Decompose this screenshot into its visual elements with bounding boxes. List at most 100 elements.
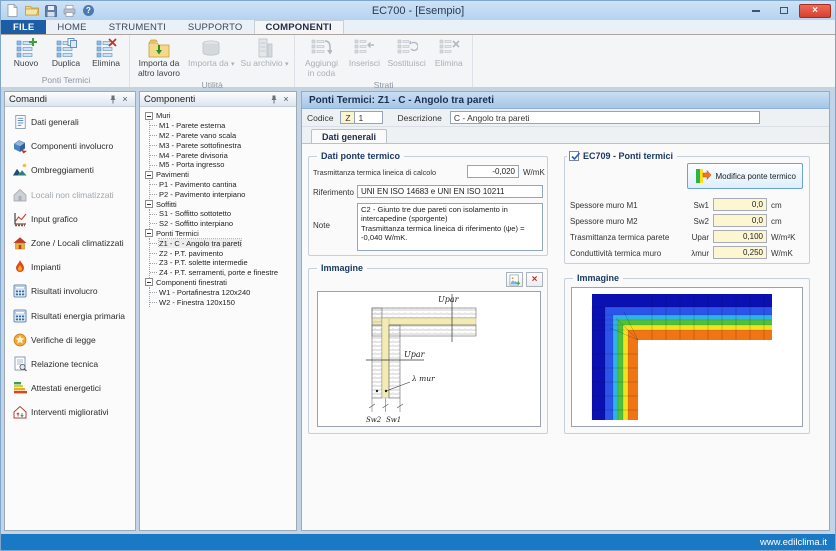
save-icon[interactable] bbox=[43, 3, 58, 18]
new-file-icon[interactable] bbox=[5, 3, 20, 18]
tab-file[interactable]: FILE bbox=[1, 20, 46, 34]
sw2-field[interactable]: 0,0 bbox=[713, 214, 767, 227]
tree-item[interactable]: P1 - Pavimento cantina bbox=[150, 180, 294, 190]
sidebar-item-zone-locali-climatizzati[interactable]: Zone / Locali climatizzati bbox=[5, 231, 135, 255]
open-folder-icon[interactable] bbox=[24, 3, 39, 18]
maximize-button[interactable] bbox=[771, 4, 797, 18]
help-icon[interactable]: ? bbox=[81, 3, 96, 18]
sidebar-item-relazione-tecnica[interactable]: Relazione tecnica bbox=[5, 352, 135, 376]
sidebar-item-impianti[interactable]: Impianti bbox=[5, 255, 135, 279]
collapse-icon[interactable] bbox=[145, 200, 153, 208]
sidebar-item-risultati-involucro[interactable]: Risultati involucro bbox=[5, 279, 135, 303]
tree-item[interactable]: W1 - Portafinestra 120x240 bbox=[150, 287, 294, 297]
minimize-button[interactable] bbox=[743, 4, 769, 18]
sidebar-item-interventi-migliorativi[interactable]: Interventi migliorativi bbox=[5, 400, 135, 424]
graphic-input-icon bbox=[9, 211, 31, 227]
tab-componenti[interactable]: COMPONENTI bbox=[254, 20, 344, 34]
tab-dati-generali[interactable]: Dati generali bbox=[311, 129, 387, 143]
componenti-panel-header: Componenti × bbox=[140, 92, 296, 107]
add-image-button[interactable] bbox=[506, 272, 523, 287]
duplica-button[interactable]: Duplica bbox=[46, 36, 86, 69]
tab-supporto[interactable]: SUPPORTO bbox=[177, 20, 254, 34]
tree-node-muri[interactable]: Muri bbox=[145, 111, 294, 121]
tree-item[interactable]: Z2 - P.T. pavimento bbox=[150, 248, 294, 258]
sidebar-item-risultati-energia-primaria[interactable]: Risultati energia primaria bbox=[5, 304, 135, 328]
tree-item[interactable]: M4 - Parete divisoria bbox=[150, 150, 294, 160]
edilclima-link[interactable]: www.edilclima.it bbox=[760, 537, 827, 548]
collapse-icon[interactable] bbox=[145, 278, 153, 286]
tree-item[interactable]: Z3 - P.T. solette intermedie bbox=[150, 258, 294, 268]
diagram-sw2-label: Sw2 bbox=[366, 416, 382, 424]
replace-icon bbox=[396, 37, 418, 59]
envelope-components-icon bbox=[9, 138, 31, 154]
row-unit: cm bbox=[771, 201, 782, 210]
descrizione-field[interactable]: C - Angolo tra pareti bbox=[450, 111, 760, 124]
upar-field[interactable]: 0,100 bbox=[713, 230, 767, 243]
dropdown-arrow-icon: ▾ bbox=[231, 61, 235, 68]
modifica-ponte-termico-button[interactable]: Modifica ponte termico bbox=[687, 163, 803, 189]
tree-item[interactable]: M2 - Parete vano scala bbox=[150, 131, 294, 141]
tab-strumenti[interactable]: STRUMENTI bbox=[98, 20, 177, 34]
sw1-field[interactable]: 0,0 bbox=[713, 198, 767, 211]
collapse-icon[interactable] bbox=[145, 112, 153, 120]
lambda-mur-field[interactable]: 0,250 bbox=[713, 246, 767, 259]
codice-prefix-field[interactable]: Z bbox=[340, 111, 355, 124]
collapse-icon[interactable] bbox=[145, 229, 153, 237]
nuovo-button[interactable]: Nuovo bbox=[6, 36, 46, 69]
close-panel-icon[interactable]: × bbox=[280, 93, 292, 105]
sidebar-item-ombreggiamenti[interactable]: Ombreggiamenti bbox=[5, 158, 135, 182]
sidebar-item-verifiche-di-legge[interactable]: Verifiche di legge bbox=[5, 328, 135, 352]
close-panel-icon[interactable]: × bbox=[119, 93, 131, 105]
sidebar-item-componenti-involucro[interactable]: Componenti involucro bbox=[5, 134, 135, 158]
ec709-checkbox[interactable] bbox=[569, 151, 579, 161]
tree-item[interactable]: S1 - Soffitto sottotetto bbox=[150, 209, 294, 219]
import-source-icon bbox=[200, 37, 222, 59]
tree-node-pavimenti[interactable]: Pavimenti bbox=[145, 170, 294, 180]
riferimento-field[interactable]: UNI EN ISO 14683 e UNI EN ISO 10211 bbox=[357, 185, 543, 198]
pin-icon[interactable] bbox=[107, 93, 119, 105]
collapse-icon[interactable] bbox=[145, 171, 153, 179]
trasmittanza-field[interactable]: -0,020 bbox=[467, 165, 519, 178]
row-label: Spessore muro M1 bbox=[570, 201, 638, 210]
tree-item[interactable]: M5 - Porta ingresso bbox=[150, 160, 294, 170]
check-icon bbox=[570, 151, 581, 162]
tab-home[interactable]: HOME bbox=[46, 20, 97, 34]
close-button[interactable]: × bbox=[799, 4, 831, 18]
tree-item[interactable]: Z4 - P.T. serramenti, porte e finestre bbox=[150, 268, 294, 278]
print-icon[interactable] bbox=[62, 3, 77, 18]
delete-layer-icon bbox=[438, 37, 460, 59]
status-bar: www.edilclima.it bbox=[1, 534, 835, 550]
codice-number-field[interactable]: 1 bbox=[355, 111, 383, 124]
sidebar-item-attestati-energetici[interactable]: Attestati energetici bbox=[5, 376, 135, 400]
improvement-house-icon bbox=[9, 404, 31, 420]
immagine-group-left: Immagine × bbox=[308, 268, 548, 434]
tree-node-soffitti[interactable]: Soffitti bbox=[145, 199, 294, 209]
delete-image-button[interactable]: × bbox=[526, 272, 543, 287]
tree-node-componenti-finestrati[interactable]: Componenti finestrati bbox=[145, 278, 294, 288]
comandi-panel-header: Comandi × bbox=[5, 92, 135, 107]
immagine-group-right: Immagine bbox=[564, 278, 810, 434]
tree-item-selected[interactable]: Z1 - C - Angolo tra pareti bbox=[150, 238, 294, 248]
energy-results-grid-icon bbox=[9, 308, 31, 324]
heated-house-icon bbox=[9, 235, 31, 251]
tree-item[interactable]: S2 - Soffitto interpiano bbox=[150, 219, 294, 229]
tree-item[interactable]: M1 - Parete esterna bbox=[150, 121, 294, 131]
tree-node-ponti-termici[interactable]: Ponti Termici bbox=[145, 229, 294, 239]
sidebar-item-dati-generali[interactable]: Dati generali bbox=[5, 110, 135, 134]
ec709-group: EC709 - Ponti termici Modifica ponte ter… bbox=[564, 156, 810, 264]
comandi-panel: Comandi × Dati generali Componenti invol… bbox=[4, 91, 136, 531]
note-field[interactable]: C2 - Giunto tre due pareti con isolament… bbox=[357, 203, 543, 251]
components-tree: Muri M1 - Parete esterna M2 - Parete van… bbox=[140, 107, 296, 307]
code-row: Codice Z 1 Descrizione C - Angolo tra pa… bbox=[302, 109, 829, 127]
tree-item[interactable]: M3 - Parete sottofinestra bbox=[150, 140, 294, 150]
tree-item[interactable]: W2 - Finestra 120x150 bbox=[150, 297, 294, 307]
dropdown-arrow-icon: ▾ bbox=[285, 61, 289, 68]
pin-icon[interactable] bbox=[268, 93, 280, 105]
note-label: Note bbox=[313, 221, 330, 230]
main-panel: Ponti Termici: Z1 - C - Angolo tra paret… bbox=[301, 91, 830, 531]
app-window: ? EC700 - [Esempio] × FILE HOME STRUMENT… bbox=[0, 0, 836, 551]
importa-da-altro-lavoro-button[interactable]: Importa da altro lavoro bbox=[133, 36, 185, 79]
sidebar-item-input-grafico[interactable]: Input grafico bbox=[5, 207, 135, 231]
tree-item[interactable]: P2 - Pavimento interpiano bbox=[150, 189, 294, 199]
elimina-ponte-button[interactable]: Elimina bbox=[86, 36, 126, 69]
